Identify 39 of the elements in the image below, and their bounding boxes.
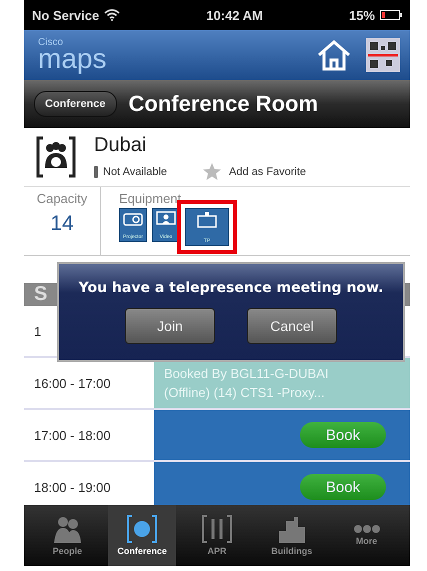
dialog-button[interactable]: Cancel (247, 308, 337, 344)
screen-icon (196, 211, 218, 229)
video-screen-icon (156, 211, 176, 227)
more-icon (352, 525, 382, 533)
bracket-icon (202, 515, 232, 543)
qr-code-icon (366, 38, 400, 72)
people-icon (52, 515, 82, 543)
home-icon (316, 39, 352, 71)
equipment-label: Equipment (119, 191, 182, 206)
meeting-room-icon (36, 136, 76, 178)
wifi-icon (104, 9, 120, 21)
room-name: Dubai (94, 134, 148, 157)
meeting-icon (127, 515, 158, 543)
capacity-label: Capacity (36, 191, 88, 206)
page-title: Conference Room (128, 91, 318, 117)
dialog-button[interactable]: Join (125, 308, 215, 344)
alert-message: You have a telepresence meeting now. (78, 280, 384, 296)
app-logo-text: maps (38, 44, 106, 72)
projector-icon (123, 211, 143, 227)
tab-item[interactable]: Buildings (258, 505, 326, 566)
add-favorite-link[interactable]: Add as Favorite (229, 166, 306, 178)
capacity-value: 14 (50, 212, 74, 236)
booking-text: Booked By BGL11-G-DUBAI (Offline) (14) CTS1 -Proxy... (163, 364, 330, 402)
clock-time: 10:42 AM (206, 8, 263, 22)
buildings-icon (276, 515, 307, 543)
battery-icon (380, 10, 402, 20)
tab-item[interactable]: APR (182, 505, 251, 566)
star-icon (203, 163, 222, 180)
battery-percent: 15% (348, 8, 375, 22)
status-bar-icon (94, 166, 98, 178)
book-button[interactable]: Book (300, 474, 386, 500)
carrier-name: No Service (32, 8, 100, 22)
tab-item[interactable]: More (332, 505, 401, 566)
brand-small-text: Cisco (38, 38, 64, 48)
tab-item[interactable]: Conference (108, 505, 176, 566)
back-button[interactable]: Conference (34, 91, 117, 117)
tab-item[interactable]: People (33, 505, 102, 566)
availability-status: Not Available (103, 166, 168, 178)
book-button[interactable]: Book (300, 422, 386, 448)
